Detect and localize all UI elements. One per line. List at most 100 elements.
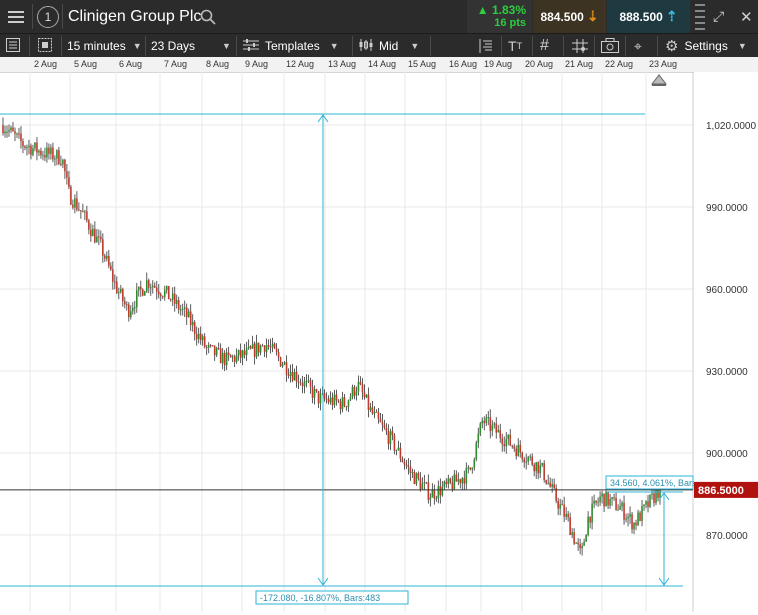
candle-body bbox=[155, 287, 158, 292]
candle-body bbox=[557, 501, 559, 509]
price-type-select[interactable]: Mid ▼ bbox=[359, 34, 419, 58]
candle-body bbox=[609, 498, 611, 506]
index-badge[interactable]: 1 bbox=[37, 6, 59, 28]
candle-body bbox=[379, 418, 382, 423]
candle-body bbox=[120, 288, 122, 293]
candle-body bbox=[187, 311, 190, 318]
candle-body bbox=[435, 498, 438, 500]
text-tool-icon[interactable]: TT bbox=[508, 34, 522, 58]
candle-body bbox=[319, 393, 322, 404]
candle-body bbox=[243, 350, 246, 355]
candle-body bbox=[355, 391, 358, 396]
templates-menu[interactable]: Templates ▼ bbox=[243, 34, 339, 58]
candle-body bbox=[151, 285, 154, 288]
candle-body bbox=[403, 461, 406, 465]
candle-body bbox=[10, 127, 12, 131]
candle-body bbox=[145, 280, 148, 292]
grid-icon[interactable]: # bbox=[540, 34, 549, 58]
candle-body bbox=[287, 374, 290, 376]
candle-body bbox=[629, 514, 631, 517]
candle-body bbox=[130, 311, 132, 318]
change-percent: 1.83% bbox=[491, 2, 526, 17]
price-axis: 1,020.0000 990.0000 960.0000 930.0000 900.00… bbox=[694, 72, 758, 612]
candle-body bbox=[401, 458, 404, 462]
candle-body bbox=[525, 461, 528, 463]
interval-select[interactable]: 15 minutes ▼ bbox=[67, 34, 142, 58]
candle-body bbox=[116, 281, 118, 293]
candle-body bbox=[76, 198, 78, 210]
candle-body bbox=[137, 286, 140, 291]
candle-body bbox=[133, 307, 136, 309]
candle-body bbox=[547, 482, 549, 484]
candle-body bbox=[397, 447, 400, 451]
candle-body bbox=[641, 505, 643, 521]
chevron-down-icon: ▼ bbox=[410, 41, 420, 51]
candle-body bbox=[361, 384, 364, 393]
buy-price-button[interactable]: 888.500 ⇡ bbox=[607, 0, 690, 33]
candle-body bbox=[511, 445, 514, 447]
candle-body bbox=[275, 348, 278, 352]
candle-body bbox=[297, 381, 300, 383]
candle-body bbox=[451, 482, 454, 490]
date-label: 6 Aug bbox=[119, 59, 143, 69]
candle-body bbox=[589, 516, 591, 523]
candle-body bbox=[647, 501, 649, 507]
save-image-icon[interactable] bbox=[601, 38, 619, 54]
menu-button[interactable] bbox=[0, 0, 32, 33]
price-chart[interactable]: -172.080, -16.807%, Bars:483 34.560, 4.06… bbox=[0, 72, 758, 612]
candle-body bbox=[643, 504, 645, 506]
candle-body bbox=[92, 228, 94, 237]
candle-body bbox=[163, 290, 166, 297]
candle-body bbox=[253, 343, 256, 357]
crosshair-icon[interactable]: ⌖ bbox=[634, 34, 642, 58]
sell-price-button[interactable]: 884.500 ⇣ bbox=[533, 0, 606, 33]
candle-body bbox=[387, 431, 390, 445]
candle-body bbox=[12, 127, 14, 132]
candle-body bbox=[373, 411, 376, 414]
candle-body bbox=[595, 500, 597, 503]
range-select[interactable]: 23 Days ▼ bbox=[151, 34, 231, 58]
candle-body bbox=[285, 362, 288, 375]
candle-body bbox=[34, 142, 36, 149]
candle-body bbox=[465, 467, 468, 484]
layout-icon[interactable] bbox=[38, 38, 52, 52]
price-tick-label: 930.0000 bbox=[706, 367, 748, 378]
candle-body bbox=[369, 407, 372, 411]
candle-body bbox=[331, 397, 334, 406]
drawing-tools-icon[interactable] bbox=[572, 39, 588, 53]
candle-body bbox=[118, 292, 120, 294]
candle-body bbox=[377, 412, 380, 419]
close-icon[interactable]: ✕ bbox=[740, 0, 753, 33]
candle-body bbox=[24, 146, 26, 148]
search-icon[interactable] bbox=[200, 0, 216, 33]
sliders-icon bbox=[243, 38, 259, 54]
candle-body bbox=[94, 228, 96, 243]
candle-body bbox=[499, 430, 502, 439]
candle-body bbox=[495, 423, 498, 433]
drag-handle-icon[interactable] bbox=[694, 4, 706, 30]
scroll-home-icon bbox=[650, 74, 668, 85]
candle-body bbox=[8, 130, 10, 132]
indicators-icon[interactable] bbox=[479, 39, 493, 53]
candle-body bbox=[281, 364, 284, 367]
candle-body bbox=[407, 465, 410, 467]
candle-body bbox=[149, 287, 152, 289]
candle-body bbox=[189, 311, 192, 326]
settings-menu[interactable]: ⚙ Settings ▼ bbox=[665, 34, 747, 58]
change-points: 16 pts bbox=[494, 16, 526, 29]
candle-body bbox=[529, 456, 531, 458]
candle-body bbox=[227, 352, 230, 355]
candle-body bbox=[651, 493, 653, 495]
candle-body bbox=[263, 345, 266, 352]
candle-body bbox=[295, 371, 298, 382]
candle-body bbox=[399, 447, 402, 459]
candle-body bbox=[259, 345, 262, 353]
list-icon[interactable] bbox=[6, 38, 20, 52]
candle-body bbox=[469, 467, 472, 470]
candle-body bbox=[38, 150, 40, 153]
expand-icon[interactable]: ⤢ bbox=[713, 0, 724, 33]
chart-canvas[interactable]: -172.080, -16.807%, Bars:483 34.560, 4.06… bbox=[0, 72, 758, 612]
scroll-home-icon-base bbox=[652, 84, 666, 86]
candle-body bbox=[84, 211, 86, 213]
candle-body bbox=[455, 474, 458, 482]
